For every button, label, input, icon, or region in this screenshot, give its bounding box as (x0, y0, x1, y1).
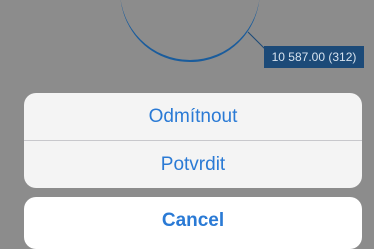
pie-slice (120, 0, 260, 62)
chart-value-label: 10 587.00 (312) (264, 46, 364, 68)
confirm-button[interactable]: Potvrdit (24, 140, 362, 188)
action-sheet-cancel: Cancel (24, 197, 362, 249)
action-sheet-actions: Odmítnout Potvrdit (24, 93, 362, 188)
cancel-button[interactable]: Cancel (24, 197, 362, 245)
reject-button[interactable]: Odmítnout (24, 93, 362, 140)
